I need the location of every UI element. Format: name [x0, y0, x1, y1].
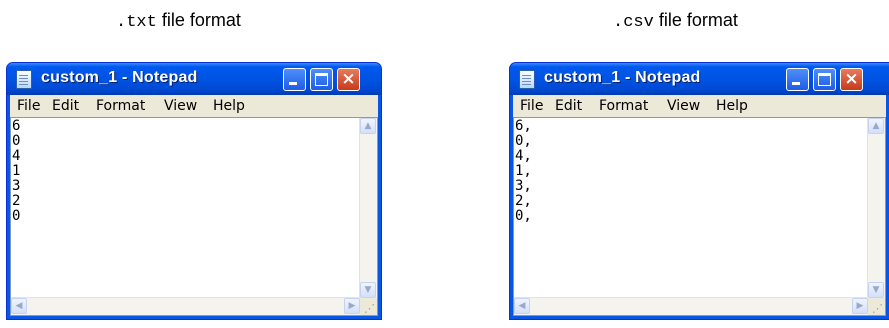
horizontal-scrollbar[interactable]: ◀ ▶: [514, 297, 868, 315]
scroll-left-icon[interactable]: ◀: [11, 298, 27, 314]
maximize-button[interactable]: [813, 68, 836, 91]
caption-ext: .txt: [116, 13, 157, 32]
scroll-down-icon[interactable]: ▼: [868, 282, 884, 298]
title-bar[interactable]: custom_1 - Notepad ×: [7, 63, 381, 95]
close-icon: ×: [844, 69, 859, 89]
notepad-window-txt: custom_1 - Notepad × File Edit Format Vi…: [6, 62, 382, 320]
horizontal-scrollbar[interactable]: ◀ ▶: [11, 297, 360, 315]
maximize-button[interactable]: [310, 68, 333, 91]
scroll-up-icon[interactable]: ▲: [360, 118, 376, 134]
menu-edit[interactable]: Edit: [52, 98, 79, 114]
caption-csv-format: .csv file format: [613, 10, 738, 32]
minimize-icon: [792, 82, 800, 85]
close-icon: ×: [341, 69, 356, 89]
scroll-right-icon[interactable]: ▶: [344, 298, 360, 314]
menu-help[interactable]: Help: [716, 98, 748, 114]
minimize-button[interactable]: [283, 68, 306, 91]
notepad-icon[interactable]: [16, 70, 32, 89]
resize-grip-icon[interactable]: [360, 298, 377, 315]
file-content[interactable]: 6, 0, 4, 1, 3, 2, 0,: [515, 119, 532, 224]
caption-ext: .csv: [613, 13, 654, 32]
resize-grip-icon[interactable]: [868, 298, 885, 315]
minimize-icon: [289, 82, 297, 85]
menu-bar: File Edit Format View Help: [513, 95, 886, 117]
menu-view[interactable]: View: [164, 98, 197, 114]
scroll-up-icon[interactable]: ▲: [868, 118, 884, 134]
close-button[interactable]: ×: [840, 68, 863, 91]
text-editor[interactable]: 6, 0, 4, 1, 3, 2, 0, ▲ ▼ ◀ ▶: [513, 117, 886, 316]
vertical-scrollbar[interactable]: ▲ ▼: [359, 118, 377, 298]
caption-label: file format: [161, 10, 241, 30]
caption-label: file format: [658, 10, 738, 30]
notepad-icon[interactable]: [519, 70, 535, 89]
maximize-icon: [818, 73, 831, 86]
menu-bar: File Edit Format View Help: [10, 95, 378, 117]
scroll-down-icon[interactable]: ▼: [360, 282, 376, 298]
file-content[interactable]: 6 0 4 1 3 2 0: [12, 119, 20, 224]
menu-format[interactable]: Format: [96, 98, 145, 114]
vertical-scrollbar[interactable]: ▲ ▼: [867, 118, 885, 298]
menu-format[interactable]: Format: [599, 98, 648, 114]
text-editor[interactable]: 6 0 4 1 3 2 0 ▲ ▼ ◀ ▶: [10, 117, 378, 316]
window-title: custom_1 - Notepad: [544, 69, 701, 86]
menu-help[interactable]: Help: [213, 98, 245, 114]
menu-view[interactable]: View: [667, 98, 700, 114]
notepad-window-csv: custom_1 - Notepad × File Edit Format Vi…: [509, 62, 889, 320]
close-button[interactable]: ×: [337, 68, 360, 91]
window-title: custom_1 - Notepad: [41, 69, 198, 86]
minimize-button[interactable]: [786, 68, 809, 91]
scroll-left-icon[interactable]: ◀: [514, 298, 530, 314]
menu-file[interactable]: File: [520, 98, 543, 114]
menu-file[interactable]: File: [17, 98, 40, 114]
menu-edit[interactable]: Edit: [555, 98, 582, 114]
maximize-icon: [315, 73, 328, 86]
caption-txt-format: .txt file format: [116, 10, 241, 32]
scroll-right-icon[interactable]: ▶: [852, 298, 868, 314]
title-bar[interactable]: custom_1 - Notepad ×: [510, 63, 889, 95]
